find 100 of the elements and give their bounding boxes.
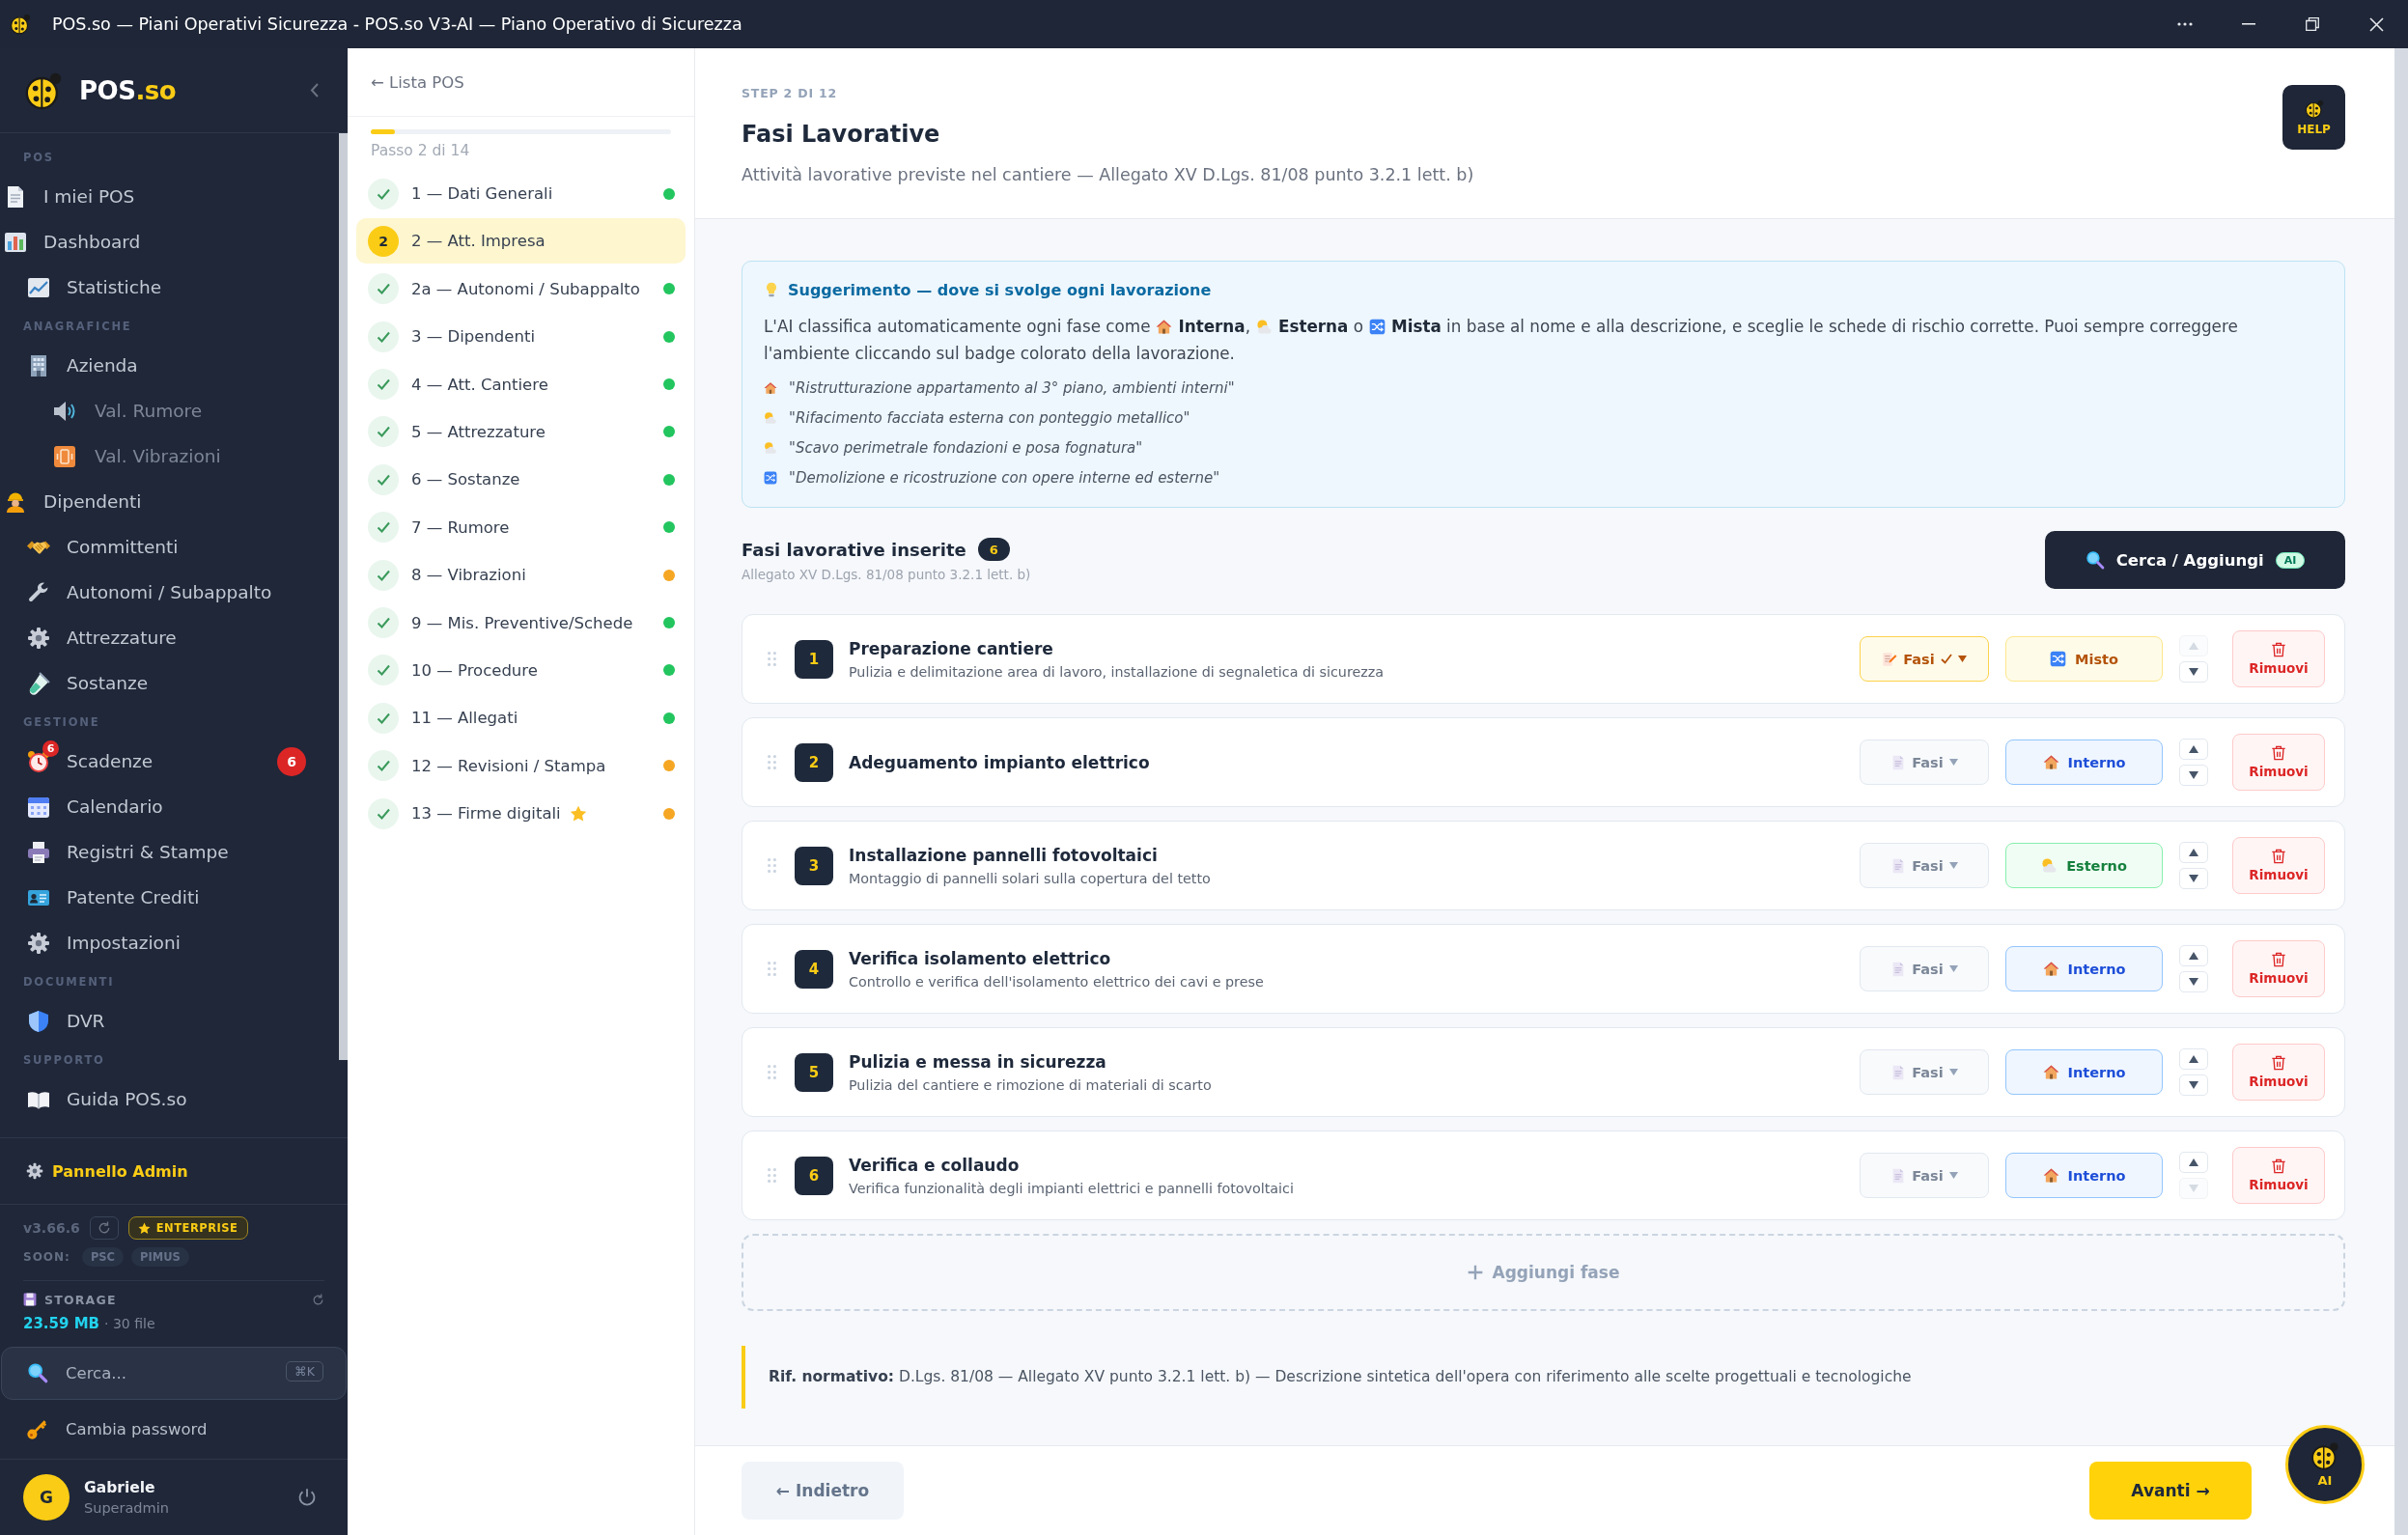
sun-behind-cloud-icon <box>2041 857 2058 874</box>
nav-item[interactable]: Val. Vibrazioni <box>0 433 339 479</box>
triangle-down-icon <box>2189 771 2198 779</box>
phase-title: Adeguamento impianto elettrico <box>849 752 1150 772</box>
house-icon <box>1156 319 1173 335</box>
drag-handle-icon[interactable] <box>768 755 776 769</box>
step-item[interactable]: 9 — Mis. Preventive/Schede <box>356 600 686 646</box>
environment-badge[interactable]: Interno <box>2005 946 2163 991</box>
step-item[interactable]: 10 — Procedure <box>356 647 686 693</box>
collapse-button[interactable] <box>310 83 319 98</box>
scrollbar[interactable] <box>339 133 348 1060</box>
step-item[interactable]: 1 — Dati Generali <box>356 171 686 216</box>
nav-item[interactable]: Statistiche <box>0 265 339 310</box>
nav-item[interactable]: Impostazioni <box>0 920 339 965</box>
change-password-link[interactable]: Cambia password <box>26 1418 208 1440</box>
page-subtitle: Attività lavorative previste nel cantiere — Allegato XV D.Lgs. 81/08 punto 3.2.1 lett. b) <box>742 164 1474 185</box>
step-item[interactable]: 2 2 — Att. Impresa <box>356 218 686 265</box>
step-item[interactable]: 3 — Dipendenti <box>356 314 686 360</box>
scrollbar[interactable] <box>2394 48 2408 1535</box>
example-text: "Scavo perimetrale fondazioni e posa fognatura" <box>789 438 1143 457</box>
fasi-dropdown[interactable]: Fasi <box>1860 636 1989 682</box>
step-item[interactable]: 6 — Sostanze <box>356 457 686 503</box>
search-add-button[interactable]: Cerca / Aggiungi AI <box>2045 531 2345 589</box>
lightbulb-icon <box>764 282 779 297</box>
chevron-left-icon <box>310 83 319 98</box>
section-label: ANAGRAFICHE <box>22 319 133 335</box>
remove-button[interactable]: Rimuovi <box>2232 734 2325 791</box>
triangle-down-icon <box>2189 875 2198 882</box>
shuffle-icon <box>2050 651 2067 667</box>
house-icon <box>2042 961 2059 977</box>
back-button[interactable]: ← Indietro <box>742 1462 904 1520</box>
triangle-down-icon <box>2189 978 2198 986</box>
nav-item[interactable]: Patente Crediti <box>0 875 339 920</box>
step-item[interactable]: 2a — Autonomi / Subappalto <box>356 265 686 312</box>
step-item[interactable]: 11 — Allegati <box>356 695 686 741</box>
remove-button[interactable]: Rimuovi <box>2232 1044 2325 1101</box>
nav-item[interactable]: Dashboard <box>0 219 339 265</box>
nav-item[interactable]: 6 Scadenze 6 <box>0 739 339 784</box>
step-item[interactable]: 12 — Revisioni / Stampa <box>356 742 686 789</box>
back-link[interactable]: ← Lista POS <box>371 72 464 92</box>
memo-icon <box>1882 651 1898 667</box>
power-button[interactable] <box>297 1488 317 1507</box>
nav-item[interactable]: Registri & Stampe <box>0 829 339 875</box>
star-icon <box>137 1221 151 1235</box>
remove-button[interactable]: Rimuovi <box>2232 630 2325 687</box>
remove-button[interactable]: Rimuovi <box>2232 940 2325 997</box>
drag-handle-icon[interactable] <box>768 962 776 976</box>
drag-handle-icon[interactable] <box>768 1168 776 1183</box>
environment-badge[interactable]: Misto <box>2005 636 2163 682</box>
nav-item[interactable]: Autonomi / Subappalto <box>0 570 339 615</box>
step-item[interactable]: 8 — Vibrazioni <box>356 552 686 599</box>
help-button[interactable]: HELP <box>2282 85 2345 150</box>
move-up-button[interactable] <box>2179 842 2208 863</box>
drag-handle-icon[interactable] <box>768 652 776 666</box>
move-up-button[interactable] <box>2179 1048 2208 1070</box>
phase-title: Installazione pannelli fotovoltaici <box>849 845 1158 865</box>
refresh-button[interactable] <box>89 1216 119 1240</box>
move-down-button[interactable] <box>2179 1074 2208 1096</box>
remove-button[interactable]: Rimuovi <box>2232 837 2325 894</box>
ai-badge: AI <box>2275 551 2306 569</box>
next-button[interactable]: Avanti → <box>2089 1462 2252 1520</box>
move-up-button[interactable] <box>2179 739 2208 760</box>
gear-icon <box>27 626 50 650</box>
printer-icon <box>27 840 50 864</box>
nav-item[interactable]: Val. Rumore <box>0 388 339 433</box>
nav-item[interactable]: Calendario <box>0 784 339 829</box>
drag-handle-icon[interactable] <box>768 1065 776 1079</box>
environment-badge[interactable]: Interno <box>2005 740 2163 785</box>
nav-item[interactable]: Committenti <box>0 524 339 570</box>
nav-item[interactable]: Sostanze <box>0 660 339 706</box>
environment-badge[interactable]: Interno <box>2005 1153 2163 1198</box>
drag-handle-icon[interactable] <box>768 858 776 873</box>
move-down-button[interactable] <box>2179 661 2208 683</box>
move-down-button[interactable] <box>2179 971 2208 992</box>
nav-item[interactable]: Dipendenti <box>0 479 339 524</box>
nav-item[interactable]: I miei POS <box>0 174 339 219</box>
wrench-icon <box>27 580 50 604</box>
sun-behind-cloud-icon <box>1255 319 1273 335</box>
refresh-icon[interactable] <box>312 1293 324 1306</box>
admin-link[interactable]: Pannello Admin <box>26 1161 188 1181</box>
ai-assistant-button[interactable]: AI <box>2285 1425 2365 1504</box>
step-item[interactable]: 7 — Rumore <box>356 504 686 550</box>
nav-item[interactable]: Azienda <box>0 343 339 388</box>
triangle-up-icon <box>2189 1055 2198 1063</box>
section-label: DOCUMENTI <box>22 974 116 991</box>
move-down-button[interactable] <box>2179 868 2208 889</box>
move-down-button[interactable] <box>2179 765 2208 786</box>
nav-item[interactable]: Guida POS.so <box>0 1076 339 1122</box>
environment-badge[interactable]: Interno <box>2005 1049 2163 1095</box>
step-item[interactable]: 4 — Att. Cantiere <box>356 361 686 407</box>
remove-button[interactable]: Rimuovi <box>2232 1147 2325 1204</box>
environment-badge[interactable]: Esterno <box>2005 843 2163 888</box>
step-item[interactable]: 13 — Firme digitali <box>356 791 686 837</box>
section-subtitle: Allegato XV D.Lgs. 81/08 punto 3.2.1 lett. b) <box>742 567 1031 582</box>
phase-title: Verifica e collaudo <box>849 1155 1020 1175</box>
move-up-button[interactable] <box>2179 1152 2208 1173</box>
nav-item[interactable]: Attrezzature <box>0 615 339 660</box>
nav-item[interactable]: DVR <box>0 998 339 1044</box>
step-item[interactable]: 5 — Attrezzature <box>356 408 686 455</box>
move-up-button[interactable] <box>2179 945 2208 966</box>
